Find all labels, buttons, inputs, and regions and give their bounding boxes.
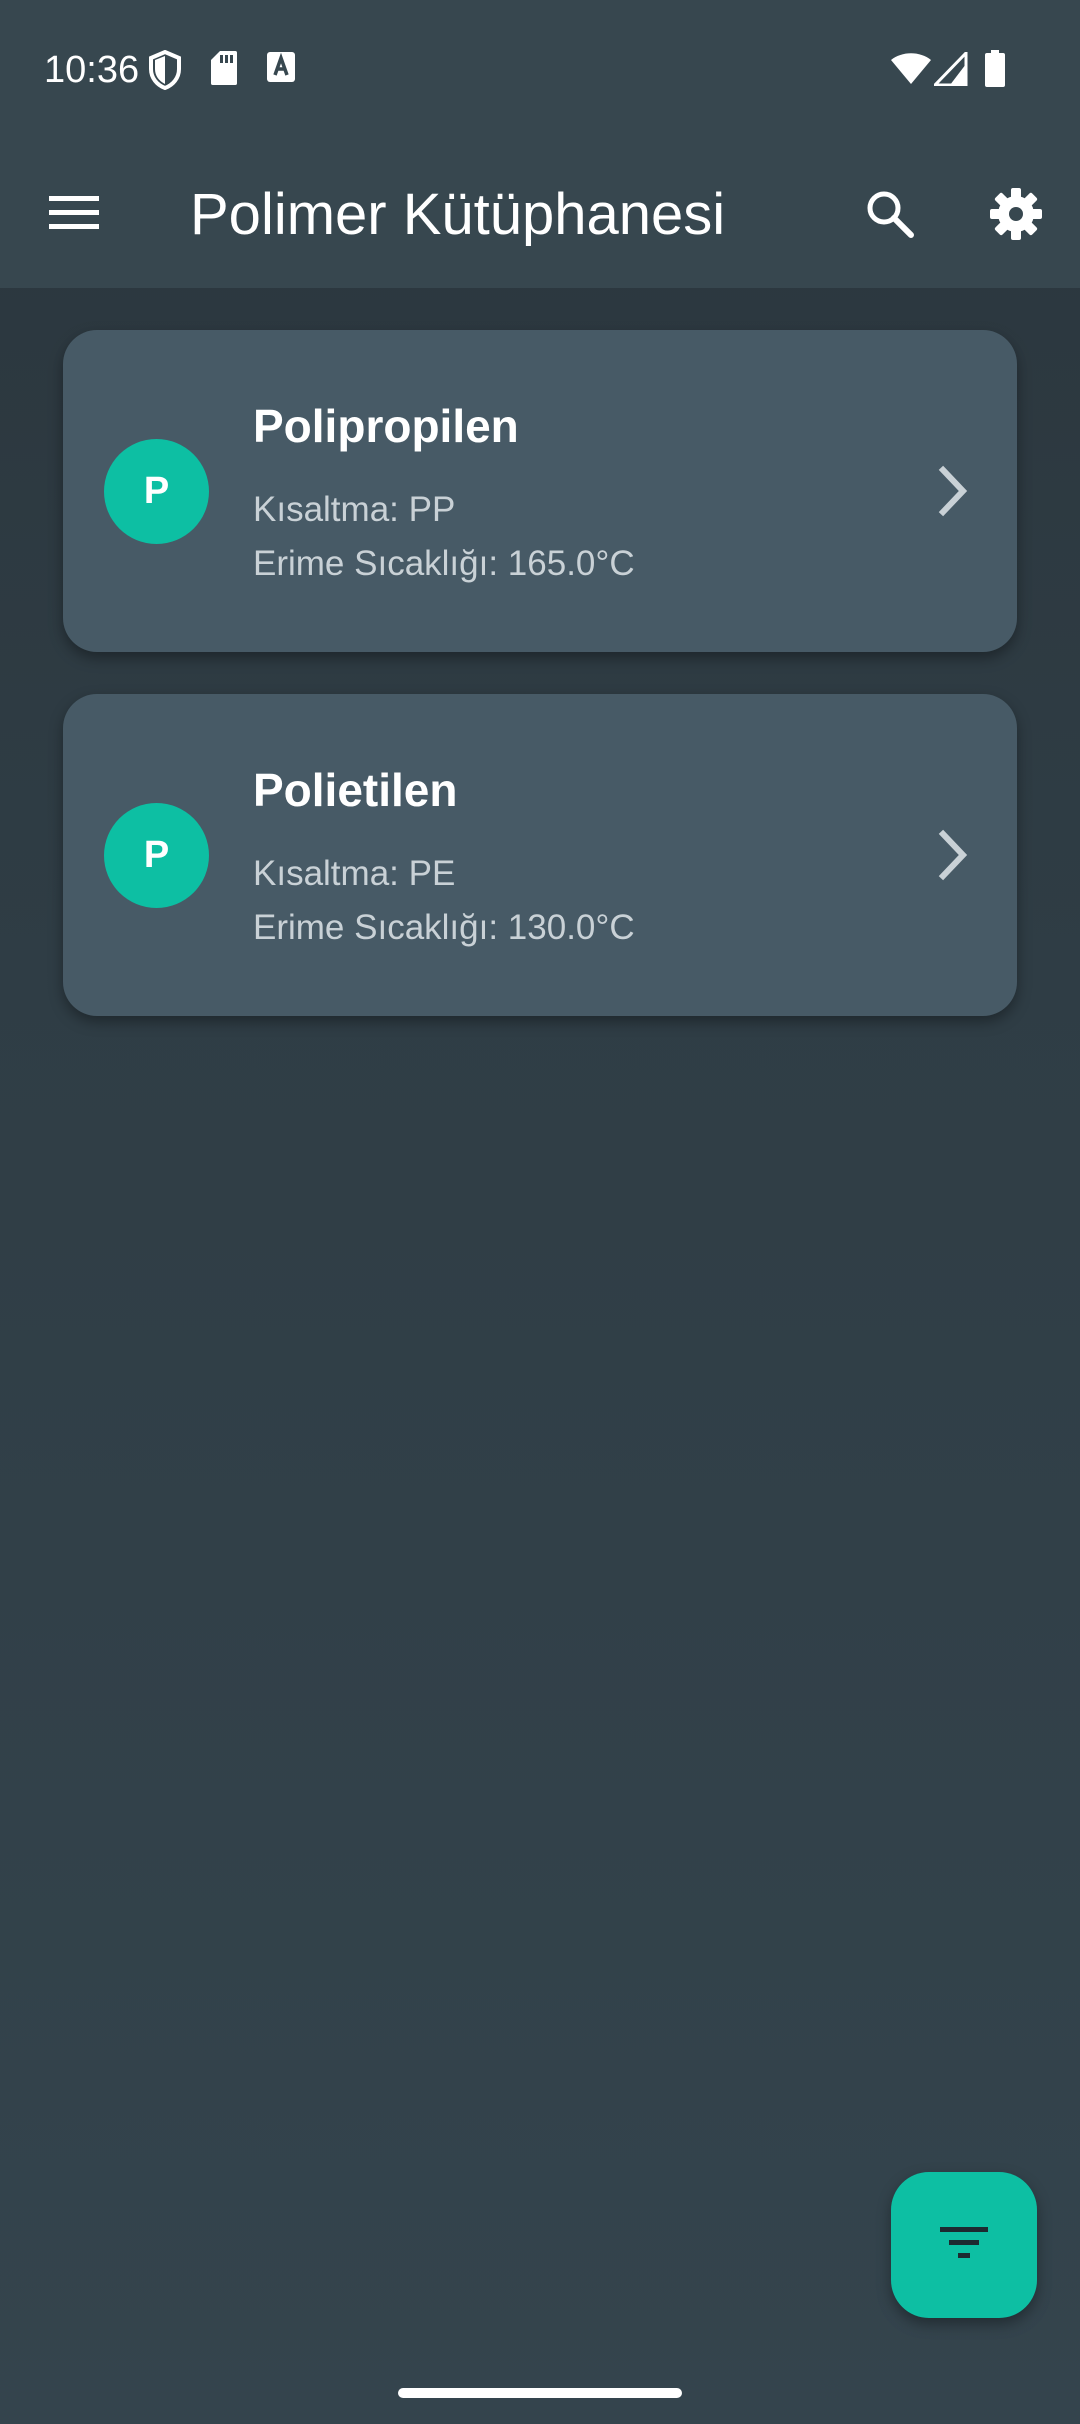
search-button[interactable] xyxy=(846,172,934,260)
settings-button[interactable] xyxy=(972,172,1060,260)
polymer-list: P Polipropilen Kısaltma: PP Erime Sıcakl… xyxy=(63,330,1017,1058)
wifi-icon xyxy=(890,52,932,86)
gear-icon xyxy=(989,187,1043,246)
polymer-melting-point: Erime Sıcaklığı: 130.0°C xyxy=(253,908,635,947)
menu-icon xyxy=(49,194,99,235)
page-title: Polimer Kütüphanesi xyxy=(190,182,726,247)
font-download-icon xyxy=(266,50,296,84)
chevron-right-icon xyxy=(921,824,981,886)
polymer-card-polietilen[interactable]: P Polietilen Kısaltma: PE Erime Sıcaklığ… xyxy=(63,694,1017,1016)
gesture-navigation-bar[interactable] xyxy=(398,2388,682,2398)
filter-icon xyxy=(940,2225,988,2266)
polymer-abbreviation: Kısaltma: PP xyxy=(253,490,456,529)
sd-card-icon xyxy=(210,50,238,86)
shield-icon xyxy=(148,50,182,90)
search-icon xyxy=(865,189,915,244)
status-bar: 10:36 xyxy=(0,0,1080,140)
menu-button[interactable] xyxy=(28,176,120,252)
polymer-abbreviation: Kısaltma: PE xyxy=(253,854,456,893)
avatar: P xyxy=(104,803,209,908)
polymer-name: Polipropilen xyxy=(253,400,519,452)
avatar: P xyxy=(104,439,209,544)
polymer-name: Polietilen xyxy=(253,764,458,816)
filter-button[interactable] xyxy=(891,2172,1037,2318)
cellular-signal-icon xyxy=(934,52,968,86)
polymer-card-polipropilen[interactable]: P Polipropilen Kısaltma: PP Erime Sıcakl… xyxy=(63,330,1017,652)
app-bar: Polimer Kütüphanesi xyxy=(0,140,1080,288)
battery-icon xyxy=(984,50,1006,88)
polymer-melting-point: Erime Sıcaklığı: 165.0°C xyxy=(253,544,635,583)
status-time: 10:36 xyxy=(44,49,140,91)
chevron-right-icon xyxy=(921,460,981,522)
